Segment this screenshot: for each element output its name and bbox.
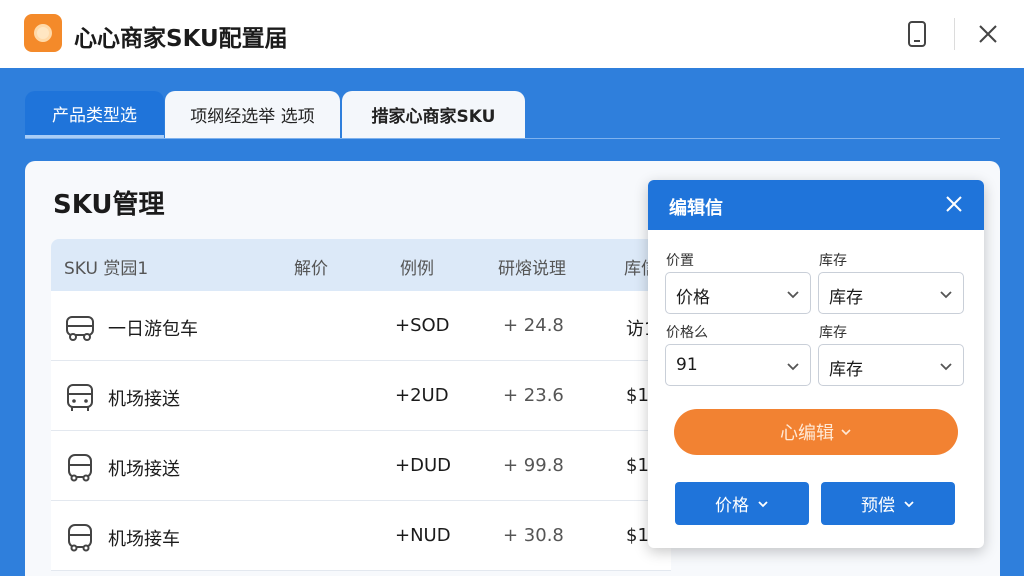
row-price: +NUD [395, 525, 451, 546]
row-name: 机场接车 [108, 529, 180, 550]
row-amount: + 30.8 [503, 525, 564, 546]
price-input-select[interactable]: 91 [665, 344, 811, 386]
title-bar: 心心商家SKU配置届 [0, 0, 1024, 68]
chevron-down-icon [904, 500, 914, 507]
table-row[interactable]: 机场接送 +2UD + 23.6 $1 [51, 361, 671, 431]
column-header-description[interactable]: 研熔说理 [498, 254, 566, 279]
chevron-down-icon [940, 363, 952, 371]
chevron-down-icon [841, 429, 851, 436]
row-stock: $1 [626, 385, 649, 406]
stock-select-2[interactable]: 库存 [818, 344, 964, 386]
tab-product-type[interactable]: 产品类型选 [25, 91, 164, 138]
van-icon [68, 454, 92, 482]
van-icon [68, 524, 92, 552]
tab-divider [25, 138, 1000, 139]
table-row[interactable]: 机场接送 +DUD + 99.8 $1 [51, 431, 671, 501]
bus-icon [67, 384, 93, 411]
chevron-down-icon [758, 500, 768, 507]
price-button-label: 价格 [715, 496, 749, 516]
row-amount: + 24.8 [503, 315, 564, 336]
row-stock: $1 [626, 525, 649, 546]
edit-button[interactable]: 心编辑 [674, 409, 958, 455]
row-price: +DUD [395, 455, 451, 476]
chevron-down-icon [787, 363, 799, 371]
row-name: 机场接送 [108, 459, 180, 480]
field-label-stock-2: 库存 [819, 325, 847, 341]
column-header-example[interactable]: 例例 [400, 254, 434, 279]
page-title: SKU管理 [53, 190, 165, 220]
tablet-icon[interactable] [906, 20, 928, 48]
stock-select[interactable]: 库存 [818, 272, 964, 314]
price-dropdown-button[interactable]: 价格 [675, 482, 809, 525]
close-icon[interactable] [976, 22, 1000, 46]
edit-button-label: 心编辑 [780, 423, 834, 444]
preview-button-label: 预偿 [861, 496, 895, 516]
tab-options[interactable]: 项纲经选举 选项 [165, 91, 340, 138]
row-price: +2UD [395, 385, 449, 406]
column-header-price[interactable]: 解价 [294, 254, 328, 279]
row-name: 机场接送 [108, 389, 180, 410]
row-price: +SOD [395, 315, 450, 336]
edit-popup: 编辑信 价置 库存 价格 库存 价格么 库存 91 库存 心编辑 价格 预偿 [648, 180, 984, 548]
stock-select-value: 库存 [829, 288, 863, 308]
tab-merchant-sku[interactable]: 措家心商家SKU [342, 91, 525, 138]
field-label-price-2: 价格么 [666, 325, 708, 341]
sun-logo-icon [24, 14, 62, 52]
van-icon [66, 316, 94, 341]
field-label-stock: 库存 [819, 253, 847, 269]
popup-header: 编辑信 [648, 180, 984, 230]
price-input-value: 91 [676, 355, 698, 375]
chevron-down-icon [940, 291, 952, 299]
row-amount: + 99.8 [503, 455, 564, 476]
row-stock: $1 [626, 455, 649, 476]
titlebar-divider [954, 18, 955, 50]
window-title: 心心商家SKU配置届 [74, 26, 288, 52]
stock-select-2-value: 库存 [829, 360, 863, 380]
row-amount: + 23.6 [503, 385, 564, 406]
price-select[interactable]: 价格 [665, 272, 811, 314]
chevron-down-icon [787, 291, 799, 299]
table-row[interactable]: 机场接车 +NUD + 30.8 $1 [51, 501, 671, 571]
popup-title: 编辑信 [669, 198, 723, 219]
field-label-price: 价置 [666, 253, 694, 269]
price-select-value: 价格 [676, 288, 710, 308]
row-name: 一日游包车 [108, 319, 198, 340]
column-header-sku[interactable]: SKU 赏园1 [64, 254, 148, 279]
preview-dropdown-button[interactable]: 预偿 [821, 482, 955, 525]
close-icon[interactable] [944, 194, 964, 214]
table-row[interactable]: 一日游包车 +SOD + 24.8 访1 [51, 291, 671, 361]
